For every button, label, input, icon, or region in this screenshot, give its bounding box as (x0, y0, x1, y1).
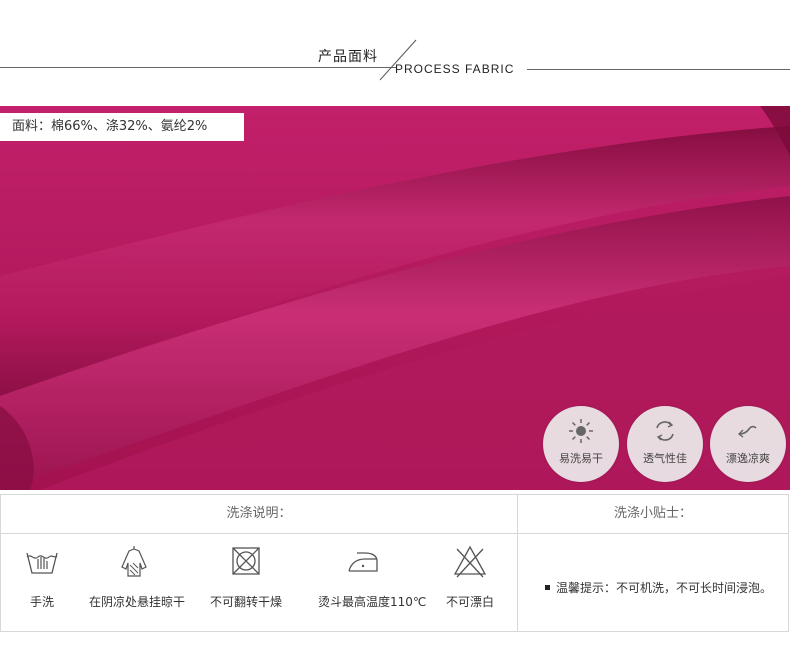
breathable-icon (656, 421, 674, 441)
care-label: 不可翻转干燥 (209, 595, 282, 609)
bullet-icon (545, 585, 550, 590)
care-heading: 洗涤说明： (226, 506, 292, 521)
care-table: 洗涤说明： 洗涤小贴士： 手洗 在阴凉处悬挂晾干 不可翻转干燥 烫斗最高温度11… (0, 494, 789, 632)
care-tip-text: 温馨提示：不可机洗，不可长时间浸泡。 (556, 581, 773, 595)
feature-label: 漂逸凉爽 (726, 452, 770, 465)
header-divider-left (0, 67, 396, 68)
section-title-cn: 产品面料 (318, 49, 378, 65)
feature-label: 易洗易干 (559, 452, 603, 465)
feature-label: 透气性佳 (643, 452, 687, 465)
no-bleach-icon (453, 545, 487, 578)
care-item: 烫斗最高温度110℃ (318, 543, 427, 610)
hang-dry-icon (121, 546, 147, 577)
feature-badge-breathable: 透气性佳 (627, 406, 703, 482)
care-tip: 温馨提示：不可机洗，不可长时间浸泡。 (545, 579, 772, 596)
iron-icon (348, 552, 378, 572)
wind-icon (737, 425, 757, 438)
section-title-en: PROCESS FABRIC (395, 62, 515, 76)
feature-badge-cool: 漂逸凉爽 (710, 406, 786, 482)
care-label: 不可漂白 (445, 595, 494, 609)
care-label: 手洗 (29, 595, 54, 609)
tips-heading: 洗涤小贴士： (613, 506, 692, 521)
care-item: 在阴凉处悬挂晾干 (89, 543, 186, 610)
sun-icon (569, 419, 593, 443)
care-item: 不可翻转干燥 (201, 543, 291, 610)
no-tumble-dry-icon (232, 547, 260, 575)
feature-badge-easy-dry: 易洗易干 (543, 406, 619, 482)
care-item: 手洗 (0, 543, 87, 610)
care-label: 在阴凉处悬挂晾干 (89, 595, 186, 609)
fabric-composition-tag: 面料：棉66%、涤32%、氨纶2% (0, 113, 244, 141)
table-divider (1, 533, 788, 534)
header-divider-right (527, 69, 790, 70)
care-label: 烫斗最高温度110℃ (318, 595, 427, 609)
hand-wash-icon (26, 552, 58, 574)
care-item: 不可漂白 (425, 543, 515, 610)
